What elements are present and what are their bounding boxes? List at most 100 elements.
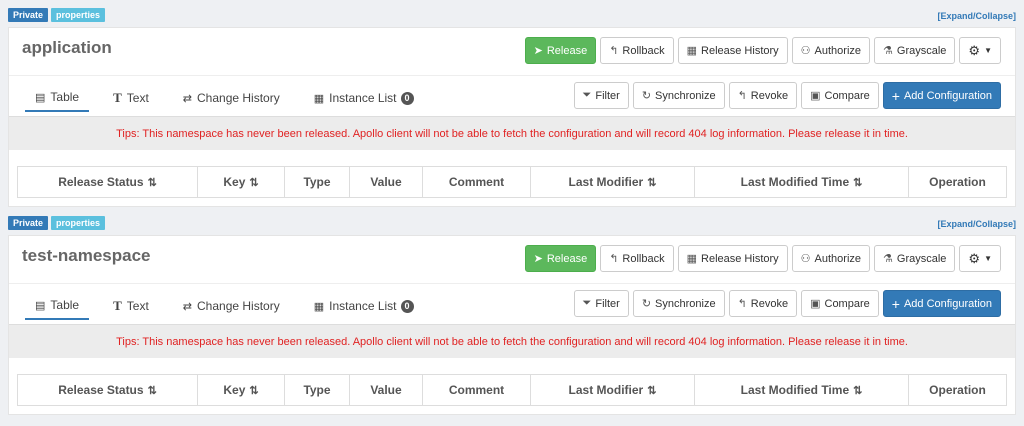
column-type: Type bbox=[285, 375, 350, 405]
column-comment: Comment bbox=[423, 375, 531, 405]
swap-icon: ⇄ bbox=[182, 300, 192, 313]
synchronize-label: Synchronize bbox=[655, 89, 716, 102]
filter-button[interactable]: ⏷ Filter bbox=[573, 290, 629, 317]
namespace-actions: ➤ Release ↰ Rollback ▦ Release History ⚇ Aut… bbox=[521, 245, 1001, 272]
column-value: Value bbox=[350, 167, 423, 197]
column-last-modifier[interactable]: Last Modifier ⇅ bbox=[531, 167, 695, 197]
text-icon: T bbox=[113, 298, 122, 313]
release-history-label: Release History bbox=[701, 252, 779, 265]
format-label: properties bbox=[51, 8, 106, 22]
revoke-button[interactable]: ↰ Revoke bbox=[728, 290, 798, 317]
private-label: Private bbox=[8, 216, 49, 230]
add-configuration-button[interactable]: + Add Configuration bbox=[882, 82, 1001, 109]
release-button[interactable]: ➤ Release bbox=[524, 37, 597, 64]
filter-label: Filter bbox=[595, 297, 620, 310]
release-history-button[interactable]: ▦ Release History bbox=[677, 245, 788, 272]
namespace-title: application bbox=[22, 38, 112, 57]
revoke-icon: ↰ bbox=[737, 90, 747, 102]
release-history-button[interactable]: ▦ Release History bbox=[677, 37, 788, 64]
tab-instance-list[interactable]: ▦ Instance List 0 bbox=[304, 84, 424, 112]
rollback-icon: ↰ bbox=[609, 253, 619, 265]
column-label: Key bbox=[223, 383, 246, 397]
tab-text[interactable]: T Text bbox=[103, 292, 159, 320]
tab-table[interactable]: ▤ Table bbox=[25, 84, 90, 112]
rollback-button[interactable]: ↰ Rollback bbox=[600, 37, 674, 64]
tab-text-label: Text bbox=[126, 299, 149, 313]
grayscale-button[interactable]: ⚗ Grayscale bbox=[874, 37, 956, 64]
filter-button[interactable]: ⏷ Filter bbox=[573, 82, 629, 109]
add-configuration-label: Add Configuration bbox=[903, 89, 992, 102]
synchronize-button[interactable]: ↻ Synchronize bbox=[632, 82, 725, 109]
column-comment: Comment bbox=[423, 167, 531, 197]
tab-table[interactable]: ▤ Table bbox=[25, 292, 90, 320]
tab-change-history[interactable]: ⇄ Change History bbox=[173, 84, 290, 112]
column-release-status[interactable]: Release Status ⇅ bbox=[18, 167, 198, 197]
gear-icon: ⚙ bbox=[968, 250, 981, 266]
namespace-header: application ➤ Release ↰ Rollback ▦ Release … bbox=[9, 28, 1015, 76]
unreleased-tip: Tips: This namespace has never been rele… bbox=[9, 324, 1015, 358]
send-icon: ➤ bbox=[533, 45, 543, 57]
authorize-button[interactable]: ⚇ Authorize bbox=[791, 245, 871, 272]
format-label: properties bbox=[51, 216, 106, 230]
tab-instance-list[interactable]: ▦ Instance List 0 bbox=[304, 292, 424, 320]
view-tabs: ▤ Table T Text ⇄ Change History ▦ Instance L… bbox=[25, 292, 438, 320]
release-button[interactable]: ➤ Release bbox=[524, 245, 597, 272]
column-label: Value bbox=[370, 175, 402, 189]
view-tabs: ▤ Table T Text ⇄ Change History ▦ Instance L… bbox=[25, 84, 438, 112]
namespace-title: test-namespace bbox=[22, 246, 151, 265]
column-last-modified-time[interactable]: Last Modified Time ⇅ bbox=[695, 375, 909, 405]
column-key[interactable]: Key ⇅ bbox=[198, 375, 285, 405]
column-label: Value bbox=[370, 383, 402, 397]
clipboard-icon: ▣ bbox=[810, 90, 821, 102]
column-label: Release Status bbox=[58, 175, 144, 189]
settings-dropdown-button[interactable]: ⚙ ▼ bbox=[959, 37, 1001, 64]
release-label: Release bbox=[546, 252, 588, 265]
swap-icon: ⇄ bbox=[182, 92, 192, 105]
tab-change-history[interactable]: ⇄ Change History bbox=[173, 292, 290, 320]
add-configuration-button[interactable]: + Add Configuration bbox=[882, 290, 1001, 317]
authorize-label: Authorize bbox=[814, 252, 862, 265]
revoke-button[interactable]: ↰ Revoke bbox=[728, 82, 798, 109]
column-label: Operation bbox=[929, 175, 986, 189]
namespace-application: Private properties [Expand/Collapse] appl… bbox=[8, 8, 1016, 207]
column-key[interactable]: Key ⇅ bbox=[198, 167, 285, 197]
column-label: Type bbox=[303, 383, 331, 397]
caret-down-icon: ▼ bbox=[984, 46, 992, 55]
grayscale-button[interactable]: ⚗ Grayscale bbox=[874, 245, 956, 272]
tab-row: ▤ Table T Text ⇄ Change History ▦ Instance L… bbox=[9, 76, 1015, 116]
column-release-status[interactable]: Release Status ⇅ bbox=[18, 375, 198, 405]
namespace-panel: test-namespace ➤ Release ↰ Rollback ▦ Relea… bbox=[8, 235, 1016, 415]
caret-down-icon: ▼ bbox=[984, 254, 992, 263]
text-icon: T bbox=[113, 90, 122, 105]
settings-dropdown-button[interactable]: ⚙ ▼ bbox=[959, 245, 1001, 272]
refresh-icon: ↻ bbox=[641, 90, 652, 102]
column-operation: Operation bbox=[909, 167, 1006, 197]
column-label: Operation bbox=[929, 383, 986, 397]
config-table-header: Release Status ⇅ Key ⇅ Type Value Comment … bbox=[17, 374, 1007, 406]
compare-button[interactable]: ▣ Compare bbox=[801, 82, 879, 109]
expand-collapse-link[interactable]: [Expand/Collapse] bbox=[937, 11, 1016, 21]
compare-label: Compare bbox=[824, 89, 870, 102]
namespace-label-row: Private properties [Expand/Collapse] bbox=[8, 8, 1016, 24]
column-label: Type bbox=[303, 175, 331, 189]
compare-button[interactable]: ▣ Compare bbox=[801, 290, 879, 317]
rollback-label: Rollback bbox=[622, 252, 665, 265]
rollback-button[interactable]: ↰ Rollback bbox=[600, 245, 674, 272]
sort-icon: ⇅ bbox=[853, 176, 863, 189]
namespace-panel: application ➤ Release ↰ Rollback ▦ Release … bbox=[8, 27, 1016, 207]
table-icon: ▤ bbox=[35, 299, 46, 312]
column-last-modified-time[interactable]: Last Modified Time ⇅ bbox=[695, 167, 909, 197]
plus-icon: + bbox=[891, 295, 900, 312]
column-last-modifier[interactable]: Last Modifier ⇅ bbox=[531, 375, 695, 405]
tab-text-label: Text bbox=[126, 91, 149, 105]
sort-icon: ⇅ bbox=[853, 384, 863, 397]
authorize-button[interactable]: ⚇ Authorize bbox=[791, 37, 871, 64]
revoke-icon: ↰ bbox=[737, 298, 747, 310]
rollback-label: Rollback bbox=[622, 44, 665, 57]
table-actions: ⏷ Filter ↻ Synchronize ↰ Revoke ▣ Compare + A… bbox=[570, 290, 1001, 317]
synchronize-button[interactable]: ↻ Synchronize bbox=[632, 290, 725, 317]
calendar-icon: ▦ bbox=[686, 45, 698, 57]
expand-collapse-link[interactable]: [Expand/Collapse] bbox=[937, 219, 1016, 229]
tab-text[interactable]: T Text bbox=[103, 84, 159, 112]
tab-instance-list-label: Instance List bbox=[329, 299, 397, 313]
